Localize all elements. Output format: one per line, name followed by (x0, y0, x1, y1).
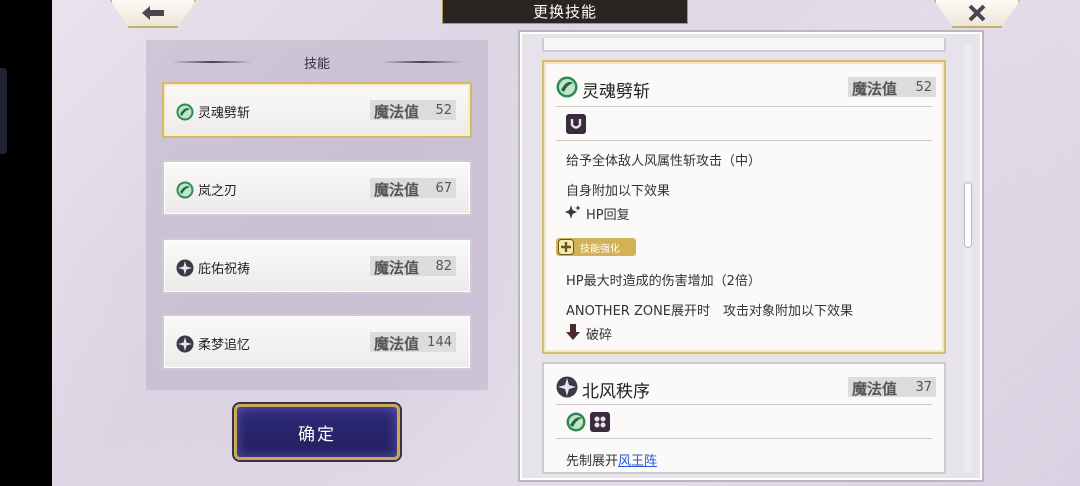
mp-label: 魔法值 (374, 103, 420, 121)
detail-mp-cost: 魔法值 37 (848, 377, 936, 398)
divider (556, 140, 932, 141)
back-arrow-icon (142, 6, 164, 20)
mp-cost: 魔法值 52 (370, 100, 456, 121)
skill-name: 灵魂劈斩 (198, 106, 251, 121)
mp-value: 52 (435, 103, 452, 118)
skill-item-3[interactable]: 庇佑祝祷 魔法值 82 (162, 238, 472, 294)
wind-icon (176, 181, 194, 199)
down-arrow-icon (566, 324, 580, 340)
skill-name: 庇佑祝祷 (198, 262, 251, 277)
skill-item-4[interactable]: 柔梦追忆 魔法值 144 (162, 314, 472, 370)
skill-list-header: 技能 (146, 52, 488, 72)
mp-cost: 魔法值 82 (370, 256, 456, 277)
enhance-tag-label: 技能强化 (580, 244, 620, 255)
page-title: 更换技能 (442, 0, 688, 24)
mp-label: 魔法值 (374, 259, 420, 277)
support-icon (176, 335, 194, 353)
mp-label: 魔法值 (374, 181, 420, 199)
plus-icon (558, 239, 574, 255)
enhance-effect-1: HP最大时造成的伤害增加（2倍） (566, 274, 761, 289)
skill-description: 给予全体敌人风属性斩攻击（中） (566, 154, 762, 169)
header-ornament-right (382, 61, 462, 63)
skill-item-1[interactable]: 灵魂劈斩 魔法值 52 (162, 82, 472, 138)
detail-skill-name: 灵魂劈斩 (582, 82, 650, 102)
mp-label: 魔法值 (852, 380, 898, 398)
detail-mp-cost: 魔法值 52 (848, 77, 936, 98)
detail-skill-name: 北风秩序 (582, 382, 650, 402)
skill-name: 柔梦追忆 (198, 338, 251, 353)
support-icon (176, 259, 194, 277)
detail-scrollbar-thumb[interactable] (964, 182, 972, 248)
skill2-description: 先制展开风王阵 (566, 450, 657, 469)
wind-king-formation-link[interactable]: 风王阵 (618, 454, 657, 469)
mp-cost: 魔法值 67 (370, 178, 456, 199)
mp-label: 魔法值 (374, 335, 420, 353)
mp-value: 144 (427, 335, 452, 350)
mp-value: 37 (915, 380, 932, 395)
desc-prefix: 先制展开 (566, 454, 619, 469)
mp-value: 52 (915, 80, 932, 95)
slash-attribute-badge (566, 114, 586, 134)
wind-icon (176, 103, 194, 121)
header-ornament-left (172, 61, 252, 63)
skill-item-2[interactable]: 岚之刃 魔法值 67 (162, 160, 472, 216)
previous-card-edge (542, 38, 946, 52)
mp-value: 82 (435, 259, 452, 274)
mp-value: 67 (435, 181, 452, 196)
skill-name: 岚之刃 (198, 184, 238, 199)
wind-attribute-icon (566, 412, 586, 432)
divider (556, 106, 932, 107)
slash-icon (570, 119, 582, 129)
self-effect-heading: 自身附加以下效果 (566, 184, 671, 199)
system-side-handle[interactable] (0, 68, 7, 154)
mp-label: 魔法值 (852, 80, 898, 98)
hp-regen-icon (565, 205, 581, 219)
screen-left-edge (0, 0, 52, 486)
skill-list-panel: 技能 灵魂劈斩 魔法值 52 岚之刃 魔法值 67 庇佑祝祷 魔法值 82 柔梦… (146, 40, 488, 390)
enhance-effect-2: ANOTHER ZONE展开时 攻击对象附加以下效果 (566, 304, 854, 319)
buff-text: HP回复 (586, 208, 630, 223)
confirm-button[interactable]: 确定 (234, 404, 400, 460)
divider (556, 404, 932, 405)
divider (556, 438, 932, 439)
skill-list-title: 技能 (303, 56, 330, 72)
field-attribute-icon (590, 412, 610, 432)
skill-enhance-tag: 技能强化 (556, 238, 636, 256)
detail-scrollbar-track[interactable] (964, 44, 972, 472)
wind-icon (556, 76, 578, 98)
mp-cost: 魔法值 144 (370, 332, 456, 353)
close-icon (968, 4, 986, 22)
debuff-text: 破碎 (586, 328, 613, 343)
page-title-text: 更换技能 (532, 3, 597, 21)
support-icon (556, 376, 578, 398)
